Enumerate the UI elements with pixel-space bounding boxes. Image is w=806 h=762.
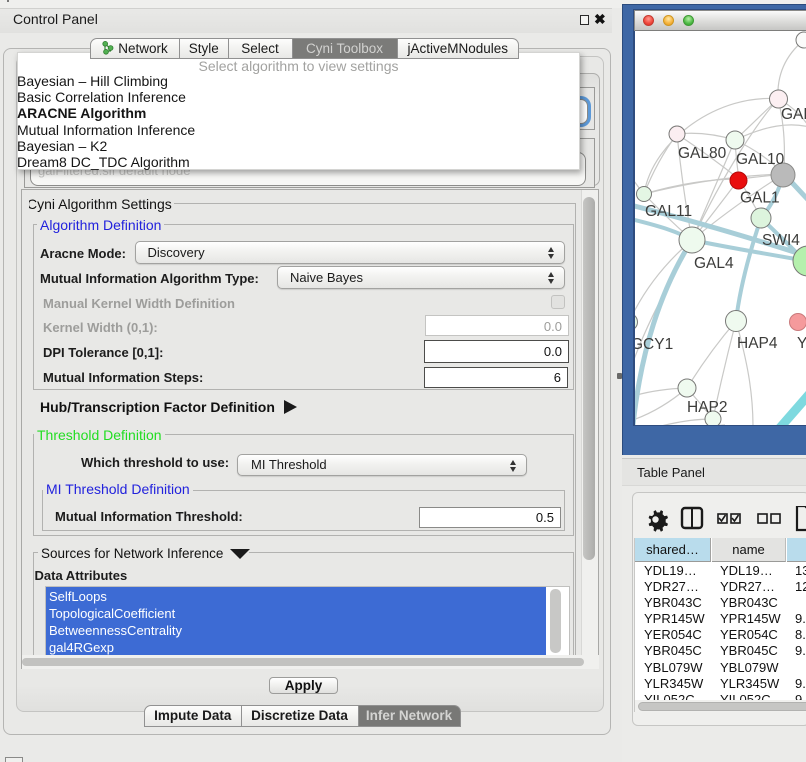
svg-text:GAL4: GAL4 <box>694 255 734 272</box>
svg-text:YD: YD <box>797 335 806 352</box>
svg-text:HAP2: HAP2 <box>687 399 728 416</box>
svg-text:GAL1: GAL1 <box>740 190 780 207</box>
svg-text:SWI4: SWI4 <box>762 232 800 249</box>
svg-text:HAP4: HAP4 <box>737 335 778 352</box>
svg-text:GAL11: GAL11 <box>645 203 692 220</box>
svg-text:GAL10: GAL10 <box>736 151 785 168</box>
svg-text:GAL80: GAL80 <box>678 145 727 162</box>
svg-text:GAL7: GAL7 <box>781 106 806 123</box>
svg-text:GCY1: GCY1 <box>635 336 673 353</box>
